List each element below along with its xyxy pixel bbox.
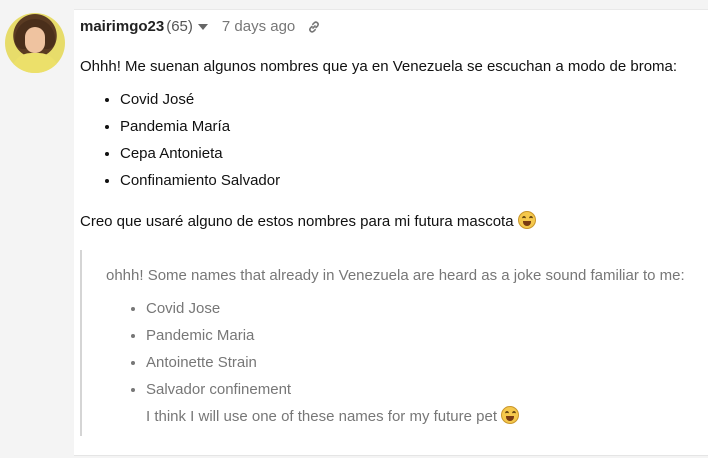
reputation-badge: (65) [166,18,193,35]
translation-blockquote: ohhh! Some names that already in Venezue… [80,250,704,436]
list-item-text: Salvador confinement [146,381,292,398]
laughing-emoji-icon [517,211,536,229]
quote-closing: I think I will use one of these names fo… [146,408,498,425]
comment-card: mairimgo23 (65) 7 days ago Ohhh! Me suen… [74,9,708,455]
quote-intro: ohhh! Some names that already in Venezue… [106,267,685,284]
names-list: Covid José Pandemia María Cepa Antonieta… [80,86,700,194]
translated-names-list: Covid Jose Pandemic Maria Antoinette Str… [106,295,704,430]
avatar[interactable] [5,13,65,73]
comment-intro: Ohhh! Me suenan algunos nombres que ya e… [80,58,678,75]
list-item: Confinamiento Salvador [120,167,700,194]
list-item: Salvador confinement I think I will use … [146,376,704,430]
closing-text: Creo que usaré alguno de estos nombres p… [80,213,514,230]
divider [74,455,708,456]
laughing-emoji-icon [501,406,520,424]
list-item: Pandemic Maria [146,322,704,349]
avatar-face [25,27,45,53]
chevron-down-icon[interactable] [197,23,208,30]
comment-closing: Creo que usaré alguno de estos nombres p… [80,208,700,235]
timestamp-link[interactable]: 7 days ago [222,18,295,35]
avatar-shirt [11,53,59,73]
list-item: Pandemia María [120,113,700,140]
list-item: Antoinette Strain [146,349,704,376]
comment-body: Ohhh! Me suenan algunos nombres que ya e… [80,53,700,235]
username-link[interactable]: mairimgo23 [80,18,164,35]
comment-header: mairimgo23 (65) 7 days ago [80,18,321,35]
list-item: Covid José [120,86,700,113]
list-item: Covid Jose [146,295,704,322]
link-icon[interactable] [307,20,321,34]
list-item: Cepa Antonieta [120,140,700,167]
